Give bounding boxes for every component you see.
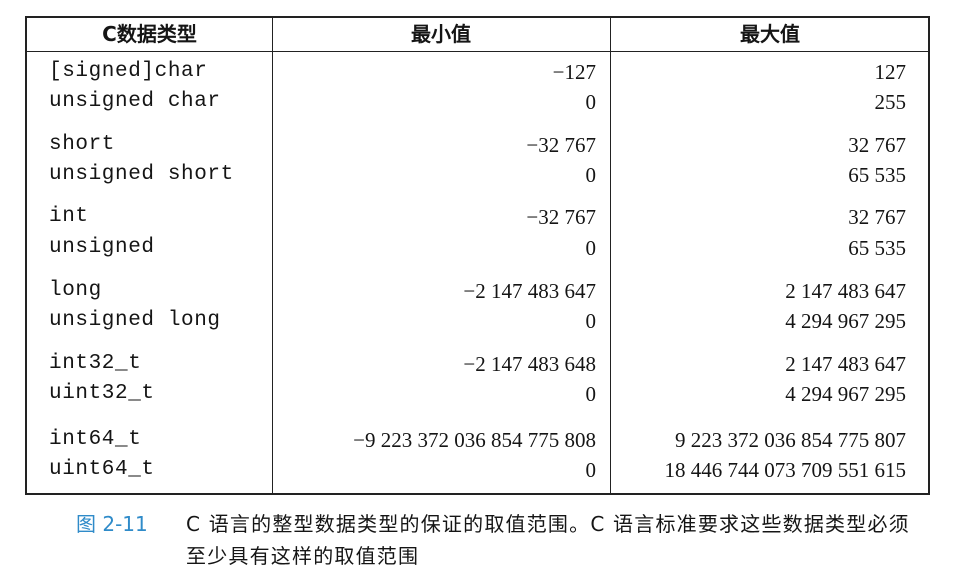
max-value: 4 294 967 295 (785, 382, 906, 406)
type-name: unsigned (49, 236, 155, 259)
table-row: unsigned char 0 255 (27, 87, 928, 117)
figure-label: 图 2-11 (76, 512, 148, 536)
header-max-value: 最大值 (740, 22, 800, 46)
type-name: [signed]char (49, 60, 208, 83)
max-value: 32 767 (848, 205, 906, 229)
table-row: uint64_t 0 18 446 744 073 709 551 615 (27, 455, 928, 485)
min-value: −9 223 372 036 854 775 808 (353, 428, 596, 452)
type-name: int32_t (49, 352, 142, 375)
table-row: int64_t −9 223 372 036 854 775 808 9 223… (27, 425, 928, 455)
type-name: unsigned long (49, 309, 221, 332)
table-row: uint32_t 0 4 294 967 295 (27, 379, 928, 409)
min-value: 0 (585, 163, 597, 187)
table-row: int −32 767 32 767 (27, 202, 928, 232)
header-data-type: C数据类型 (102, 22, 197, 46)
type-name: short (49, 133, 116, 156)
max-value: 255 (874, 90, 907, 114)
type-name: int64_t (49, 428, 142, 451)
table-row: unsigned long 0 4 294 967 295 (27, 306, 928, 336)
min-value: 0 (585, 236, 597, 260)
min-value: −2 147 483 648 (463, 352, 596, 376)
type-name: uint64_t (49, 458, 155, 481)
type-name: unsigned char (49, 90, 221, 113)
max-value: 2 147 483 647 (785, 279, 906, 303)
table-row: short −32 767 32 767 (27, 130, 928, 160)
max-value: 2 147 483 647 (785, 352, 906, 376)
header-min-value: 最小值 (411, 22, 471, 46)
min-value: −32 767 (526, 133, 596, 157)
type-name: long (49, 279, 102, 302)
min-value: 0 (585, 309, 597, 333)
type-name: int (49, 205, 89, 228)
caption-text: C 语言的整型数据类型的保证的取值范围。C 语言标准要求这些数据类型必须至少具有… (186, 512, 910, 568)
max-value: 9 223 372 036 854 775 807 (675, 428, 906, 452)
min-value: −2 147 483 647 (463, 279, 596, 303)
header-divider (27, 51, 928, 52)
table-row: long −2 147 483 647 2 147 483 647 (27, 276, 928, 306)
max-value: 32 767 (848, 133, 906, 157)
table-row: unsigned short 0 65 535 (27, 160, 928, 190)
data-type-ranges-table: C数据类型 最小值 最大值 [signed]char −127 127 unsi… (25, 16, 930, 495)
min-value: 0 (585, 382, 597, 406)
min-value: 0 (585, 458, 597, 482)
table-row: unsigned 0 65 535 (27, 233, 928, 263)
table-row: int32_t −2 147 483 648 2 147 483 647 (27, 349, 928, 379)
type-name: unsigned short (49, 163, 234, 186)
min-value: −32 767 (526, 205, 596, 229)
max-value: 18 446 744 073 709 551 615 (664, 458, 907, 482)
max-value: 4 294 967 295 (785, 309, 906, 333)
max-value: 65 535 (848, 163, 906, 187)
max-value: 127 (874, 60, 907, 84)
min-value: −127 (552, 60, 596, 84)
table-row: [signed]char −127 127 (27, 57, 928, 87)
type-name: uint32_t (49, 382, 155, 405)
min-value: 0 (585, 90, 597, 114)
max-value: 65 535 (848, 236, 906, 260)
